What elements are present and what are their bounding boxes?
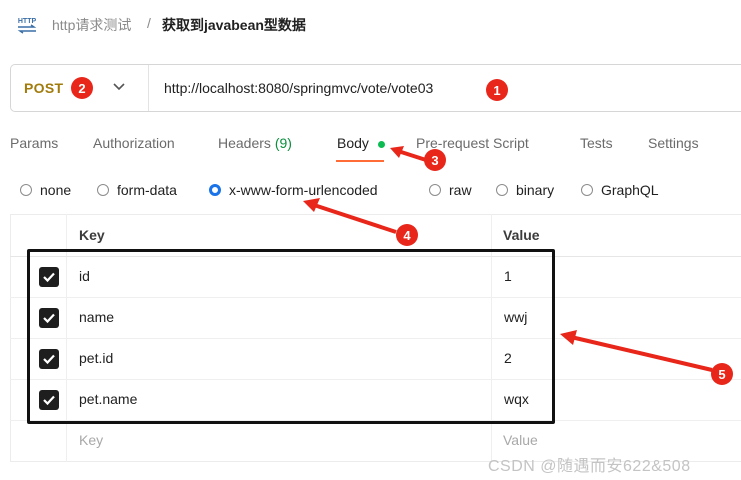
radio-label: form-data: [117, 182, 177, 198]
http-icon-text: HTTP: [18, 18, 37, 25]
annotation-marker-5: 5: [711, 363, 733, 385]
annotation-highlight-box: [27, 249, 555, 424]
request-title[interactable]: 获取到javabean型数据: [162, 15, 306, 35]
radio-label: x-www-form-urlencoded: [229, 182, 378, 198]
radio-raw[interactable]: raw: [429, 180, 472, 200]
tab-settings[interactable]: Settings: [648, 135, 699, 151]
tab-headers-count: (9): [274, 135, 292, 151]
url-input[interactable]: http://localhost:8080/springmvc/vote/vot…: [164, 80, 433, 96]
new-key-input[interactable]: Key: [79, 432, 103, 448]
divider: [148, 65, 149, 111]
radio-circle[interactable]: [97, 184, 109, 196]
radio-label: raw: [449, 182, 472, 198]
active-tab-indicator: [336, 160, 384, 162]
method-select[interactable]: POST: [24, 80, 63, 96]
radio-circle-selected[interactable]: [209, 184, 221, 196]
tab-tests[interactable]: Tests: [580, 135, 613, 151]
tab-params[interactable]: Params: [10, 135, 58, 151]
radio-circle[interactable]: [496, 184, 508, 196]
radio-graphql[interactable]: GraphQL: [581, 180, 659, 200]
radio-binary[interactable]: binary: [496, 180, 554, 200]
chevron-down-icon[interactable]: [112, 82, 126, 92]
radio-none[interactable]: none: [20, 180, 71, 200]
tab-headers-label: Headers: [218, 135, 271, 151]
annotation-marker-2: 2: [71, 77, 93, 99]
body-modified-dot: [378, 141, 385, 148]
annotation-marker-4: 4: [396, 224, 418, 246]
annotation-marker-3: 3: [424, 149, 446, 171]
radio-label: GraphQL: [601, 182, 659, 198]
column-header-key: Key: [79, 227, 105, 243]
tab-body[interactable]: Body: [337, 135, 369, 151]
radio-label: binary: [516, 182, 555, 198]
column-header-value: Value: [503, 227, 540, 243]
radio-label: none: [40, 182, 72, 198]
watermark: CSDN @随遇而安622&508: [488, 458, 691, 475]
annotation-marker-1: 1: [486, 79, 508, 101]
radio-x-www-form-urlencoded[interactable]: x-www-form-urlencoded: [209, 180, 378, 200]
tab-authorization[interactable]: Authorization: [93, 135, 175, 151]
radio-form-data[interactable]: form-data: [97, 180, 177, 200]
new-value-input[interactable]: Value: [503, 432, 538, 448]
radio-circle[interactable]: [20, 184, 32, 196]
breadcrumb-parent[interactable]: http请求测试: [52, 15, 131, 35]
radio-circle[interactable]: [581, 184, 593, 196]
tab-headers[interactable]: Headers (9): [218, 135, 292, 151]
http-request-icon: HTTP: [17, 18, 37, 34]
radio-circle[interactable]: [429, 184, 441, 196]
breadcrumb-separator: /: [147, 15, 151, 31]
